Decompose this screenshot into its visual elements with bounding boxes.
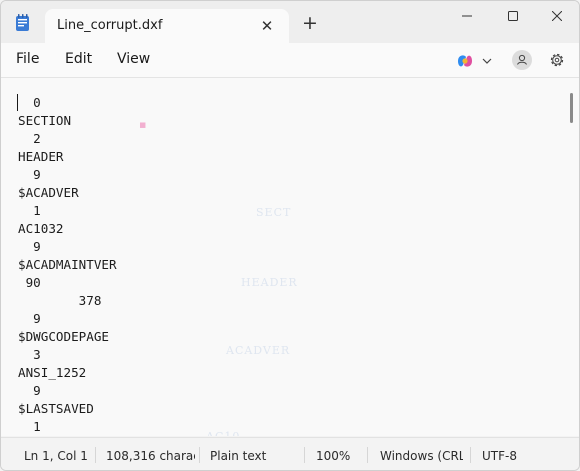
status-zoom[interactable]: 100% — [316, 449, 356, 463]
text-line: $ACADVER — [18, 185, 79, 200]
status-divider — [199, 447, 200, 463]
status-line-ending[interactable]: Windows (CRLF — [380, 449, 463, 463]
text-line: 3 — [18, 347, 41, 362]
render-artifact: HEADER — [241, 276, 298, 289]
text-content[interactable]: 0 SECTION 2 HEADER 9 $ACADVER 1 AC1032 9 $ACA… — [18, 94, 117, 436]
menu-view[interactable]: View — [117, 51, 150, 67]
maximize-button[interactable] — [490, 1, 536, 33]
text-line: $LASTSAVED — [18, 401, 94, 416]
status-position: Ln 1, Col 1 — [24, 449, 88, 463]
status-bar: Ln 1, Col 1 108,316 characte Plain text … — [1, 437, 579, 470]
menu-edit[interactable]: Edit — [65, 51, 92, 67]
text-line: 1 — [18, 203, 41, 218]
close-window-button[interactable] — [534, 1, 579, 33]
text-editor[interactable]: 0 SECTION 2 HEADER 9 $ACADVER 1 AC1032 9 $ACA… — [1, 78, 579, 436]
minimize-icon — [462, 15, 472, 17]
menu-file[interactable]: File — [16, 51, 39, 67]
account-icon — [517, 54, 527, 65]
text-line: 9 — [18, 167, 41, 182]
text-line: 9 — [18, 239, 41, 254]
text-line: $DWGCODEPAGE — [18, 329, 109, 344]
maximize-icon — [508, 11, 518, 21]
render-artifact: SECT — [256, 206, 292, 219]
text-line: ANSI_1252 — [18, 365, 87, 380]
status-format: Plain text — [210, 449, 267, 463]
text-line: AC1032 — [18, 221, 64, 236]
render-artifact: ACADVER — [226, 344, 291, 357]
text-line: 90 — [18, 275, 41, 290]
tab-title: Line_corrupt.dxf — [57, 18, 163, 33]
status-divider — [304, 447, 305, 463]
settings-button[interactable] — [547, 50, 567, 70]
text-line: 2 — [18, 131, 41, 146]
text-line: 9 — [18, 383, 41, 398]
notepad-window: Line_corrupt.dxf ✕ + File Edit View 0 SE… — [0, 0, 580, 471]
vertical-scrollbar[interactable] — [570, 93, 573, 123]
text-line: SECTION — [18, 113, 72, 128]
text-line: 1 — [18, 419, 41, 434]
render-artifact: AC10 — [206, 430, 240, 436]
copilot-button[interactable] — [455, 51, 497, 71]
close-tab-icon[interactable]: ✕ — [259, 18, 275, 34]
notepad-icon — [15, 14, 31, 32]
status-encoding[interactable]: UTF-8 — [482, 449, 532, 463]
account-button[interactable] — [512, 50, 532, 70]
menu-bar: File Edit View — [1, 43, 579, 78]
settings-icon — [550, 53, 564, 67]
title-bar: Line_corrupt.dxf ✕ + — [1, 1, 579, 43]
text-line: HEADER — [18, 149, 64, 164]
minimize-button[interactable] — [444, 1, 490, 33]
text-line: 378 — [18, 293, 102, 308]
close-icon — [552, 11, 562, 21]
status-divider — [367, 447, 368, 463]
status-divider — [95, 447, 96, 463]
status-divider — [470, 447, 471, 463]
new-tab-button[interactable]: + — [299, 13, 321, 35]
status-char-count: 108,316 characte — [106, 449, 195, 463]
tab-line-corrupt[interactable]: Line_corrupt.dxf ✕ — [45, 9, 289, 43]
text-line: 9 — [18, 311, 41, 326]
text-line: $ACADMAINTVER — [18, 257, 117, 272]
text-line: 0 — [18, 95, 41, 110]
render-artifact: ▪ — [139, 118, 148, 131]
copilot-icon — [458, 55, 492, 67]
